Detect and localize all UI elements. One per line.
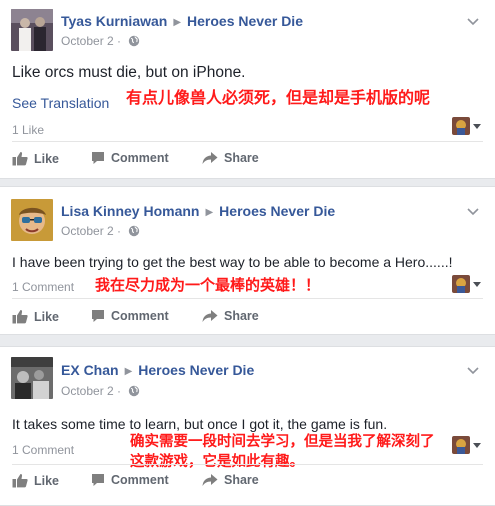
avatar[interactable]	[11, 357, 53, 399]
divider	[12, 298, 483, 299]
like-button[interactable]: Like	[12, 309, 59, 324]
post-text: It takes some time to learn, but once I …	[12, 416, 388, 432]
globe-icon	[128, 225, 140, 240]
comment-icon	[92, 152, 104, 164]
author-name-link[interactable]: Tyas Kurniawan	[61, 13, 167, 29]
chevron-down-icon[interactable]	[467, 203, 479, 221]
reaction-count[interactable]: 1 Like	[12, 123, 44, 137]
share-label: Share	[224, 473, 259, 487]
reaction-count[interactable]: 1 Comment	[12, 443, 74, 457]
post-card: EX Chan ▶ Heroes Never Die October 2 · It …	[0, 346, 495, 506]
like-label: Like	[34, 310, 60, 324]
page-name-link[interactable]: Heroes Never Die	[219, 203, 335, 219]
share-button[interactable]: Share	[202, 473, 259, 487]
translation-annotation-line-1: 确实需要一段时间去学习，但是当我了解深刻了	[130, 434, 435, 450]
caret-right-icon: ▶	[205, 207, 214, 218]
comment-label: Comment	[111, 309, 169, 323]
caret-right-icon: ▶	[124, 366, 133, 377]
share-icon	[202, 310, 218, 322]
post-card: Lisa Kinney Homann ▶ Heroes Never Die Octo…	[0, 186, 495, 335]
post-card: Tyas Kurniawan ▶ Heroes Never Die October …	[0, 0, 495, 179]
see-translation-link[interactable]: See Translation	[12, 95, 109, 111]
reactor-caret-icon[interactable]	[473, 443, 481, 448]
post-header: Tyas Kurniawan ▶ Heroes Never Die	[61, 13, 303, 29]
thumbs-up-icon	[12, 474, 28, 488]
post-meta: October 2 ·	[61, 224, 140, 240]
meta-separator: ·	[117, 384, 122, 398]
share-icon	[202, 474, 218, 486]
post-date-link[interactable]: October 2	[61, 224, 114, 238]
reaction-count[interactable]: 1 Comment	[12, 280, 74, 294]
post-meta: October 2 ·	[61, 34, 140, 50]
comment-label: Comment	[111, 151, 169, 165]
divider	[12, 464, 483, 465]
post-date-link[interactable]: October 2	[61, 34, 114, 48]
comment-button[interactable]: Comment	[91, 151, 169, 165]
reactor-caret-icon[interactable]	[473, 124, 481, 129]
reactor-avatar-icon[interactable]	[452, 117, 470, 135]
page-name-link[interactable]: Heroes Never Die	[138, 362, 254, 378]
post-meta: October 2 ·	[61, 384, 140, 400]
thumbs-up-icon	[12, 310, 28, 324]
caret-right-icon: ▶	[173, 17, 182, 28]
translation-annotation: 有点儿像兽人必须死，但是却是手机版的呢	[126, 88, 431, 107]
chevron-down-icon[interactable]	[467, 362, 479, 380]
author-name-link[interactable]: EX Chan	[61, 362, 119, 378]
avatar[interactable]	[11, 9, 53, 51]
avatar[interactable]	[11, 199, 53, 241]
reactor-avatar-icon[interactable]	[452, 436, 470, 454]
like-button[interactable]: Like	[12, 151, 59, 166]
share-label: Share	[224, 309, 259, 323]
meta-separator: ·	[117, 34, 122, 48]
reactor-caret-icon[interactable]	[473, 282, 481, 287]
comment-label: Comment	[111, 473, 169, 487]
reactor-avatar-icon[interactable]	[452, 275, 470, 293]
post-header: Lisa Kinney Homann ▶ Heroes Never Die	[61, 203, 335, 219]
thumbs-up-icon	[12, 152, 28, 166]
author-name-link[interactable]: Lisa Kinney Homann	[61, 203, 199, 219]
share-button[interactable]: Share	[202, 309, 259, 323]
post-header: EX Chan ▶ Heroes Never Die	[61, 362, 254, 378]
globe-icon	[128, 385, 140, 400]
share-label: Share	[224, 151, 259, 165]
post-text: Like orcs must die, but on iPhone.	[12, 64, 246, 81]
page-name-link[interactable]: Heroes Never Die	[187, 13, 303, 29]
post-text: I have been trying to get the best way t…	[12, 254, 453, 270]
globe-icon	[128, 35, 140, 50]
meta-separator: ·	[117, 224, 122, 238]
post-date-link[interactable]: October 2	[61, 384, 114, 398]
comment-icon	[92, 474, 104, 486]
divider	[12, 141, 483, 142]
share-button[interactable]: Share	[202, 151, 259, 165]
like-label: Like	[34, 474, 60, 488]
comment-button[interactable]: Comment	[91, 473, 169, 487]
translation-annotation-line-2: 这款游戏，它是如此有趣。	[130, 454, 304, 470]
like-label: Like	[34, 152, 60, 166]
chevron-down-icon[interactable]	[467, 13, 479, 31]
share-icon	[202, 152, 218, 164]
translation-annotation: 我在尽力成为一个最棒的英雄！！	[95, 276, 321, 294]
like-button[interactable]: Like	[12, 473, 59, 488]
comment-icon	[92, 310, 104, 322]
comment-button[interactable]: Comment	[91, 309, 169, 323]
